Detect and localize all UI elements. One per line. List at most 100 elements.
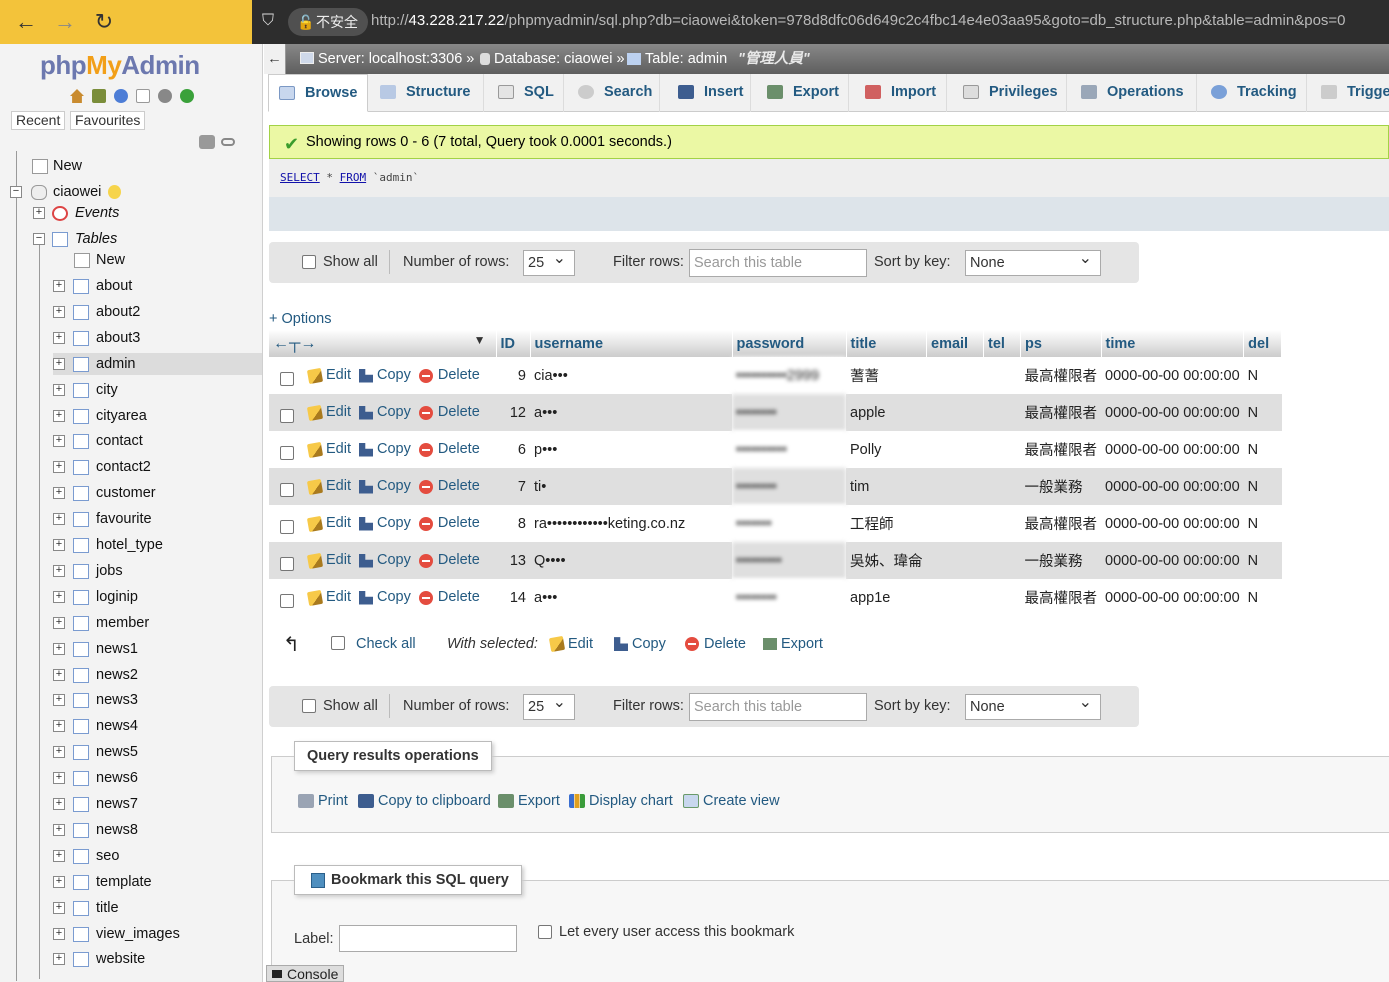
expand-icon[interactable]: + [53,616,65,629]
bulk-export-button[interactable]: Export [763,636,823,652]
table-browse-icon[interactable] [73,771,89,787]
sidebar-table-item[interactable]: + news4 [53,715,262,737]
bulk-delete-button[interactable]: Delete [685,636,746,652]
cell-username[interactable]: ra••••••••••••keting.co.nz [530,505,732,542]
insecure-badge[interactable]: 🔓 不安全 [288,8,368,36]
cell-del[interactable]: N [1243,468,1282,505]
sidebar-table-item[interactable]: + news3 [53,689,262,711]
copy-row-button[interactable]: Copy [359,552,411,568]
column-header-id[interactable]: ID [496,330,531,357]
expand-icon[interactable]: + [53,513,65,526]
table-browse-icon[interactable] [73,719,89,735]
table-browse-icon[interactable] [73,408,89,424]
delete-row-button[interactable]: Delete [418,589,480,605]
bulk-copy-button[interactable]: Copy [614,636,666,652]
row-checkbox[interactable] [280,482,294,497]
show-all-checkbox[interactable] [302,255,316,269]
sidebar-table-item[interactable]: + city [53,379,262,401]
print-link[interactable]: Print [298,793,348,809]
expand-icon[interactable]: + [53,849,65,862]
link-icon[interactable] [221,138,235,146]
table-browse-icon[interactable] [73,641,89,657]
cell-tel[interactable] [983,542,1021,579]
column-header-email[interactable]: email [926,330,984,357]
delete-row-button[interactable]: Delete [418,367,480,383]
row-checkbox[interactable] [280,445,294,460]
cell-id[interactable]: 6 [496,431,530,468]
copy-to-clipboard-link[interactable]: Copy to clipboard [358,793,491,809]
tab-import[interactable]: Import [849,74,947,112]
edit-row-button[interactable]: Edit [306,441,351,458]
sidebar-table-item[interactable]: + customer [53,482,262,504]
table-browse-icon[interactable] [73,279,89,294]
edit-row-button[interactable]: Edit [306,367,351,384]
cell-email[interactable] [926,394,984,431]
cell-id[interactable]: 13 [496,542,530,579]
expand-icon[interactable]: + [53,331,65,344]
expand-icon[interactable]: + [53,564,65,577]
edit-row-button[interactable]: Edit [306,478,351,495]
sort-by-key-select[interactable]: None [965,691,1101,720]
collapse-icon[interactable]: − [10,186,22,198]
bookmark-label-input[interactable] [339,925,517,952]
cell-ps[interactable]: 最高權限者 [1020,357,1101,394]
num-rows-select[interactable]: 25 [523,691,575,720]
help-icon[interactable] [114,89,128,103]
table-browse-icon[interactable] [73,563,89,579]
expand-icon[interactable]: + [53,953,65,966]
resize-arrows-icon[interactable]: ←┬→ [273,335,316,352]
column-header-tel[interactable]: tel [983,330,1021,357]
column-header-title[interactable]: title [846,330,927,357]
cell-time[interactable]: 0000-00-00 00:00:00 [1101,505,1244,542]
table-browse-icon[interactable] [73,460,89,476]
delete-row-button[interactable]: Delete [418,552,480,568]
num-rows-select[interactable]: 25 [523,247,575,276]
cell-password[interactable]: •••••••• [732,468,846,505]
table-browse-icon[interactable] [73,900,89,916]
cell-ps[interactable]: 最高權限者 [1020,394,1101,431]
sidebar-table-item[interactable]: + member [53,612,262,634]
table-browse-icon[interactable] [73,615,89,631]
sidebar-table-item[interactable]: + news6 [53,767,262,789]
sidebar-table-item[interactable]: + template [53,871,262,893]
copy-row-button[interactable]: Copy [359,478,411,494]
cell-email[interactable] [926,542,984,579]
cell-email[interactable] [926,431,984,468]
table-browse-icon[interactable] [73,304,89,320]
table-browse-icon[interactable] [73,356,89,372]
copy-row-button[interactable]: Copy [359,367,411,383]
delete-row-button[interactable]: Delete [418,404,480,420]
export-link[interactable]: Export [498,793,560,809]
cell-del[interactable]: N [1243,431,1282,468]
breadcrumb-database[interactable]: Database: ciaowei » [494,44,625,74]
cell-del[interactable]: N [1243,542,1282,579]
expand-icon[interactable]: + [53,435,65,448]
cell-tel[interactable] [983,505,1021,542]
expand-icon[interactable]: + [53,642,65,655]
cell-password[interactable]: ••••••••• [732,542,846,579]
expand-icon[interactable]: + [53,901,65,914]
cell-del[interactable]: N [1243,394,1282,431]
row-checkbox[interactable] [280,371,294,386]
cell-title[interactable]: 工程師 [846,505,927,542]
cell-ps[interactable]: 最高權限者 [1020,579,1101,616]
expand-icon[interactable]: + [53,927,65,940]
cell-username[interactable]: a••• [530,394,732,431]
sidebar-table-item[interactable]: + about [53,275,262,297]
expand-icon[interactable]: + [53,772,65,785]
cell-time[interactable]: 0000-00-00 00:00:00 [1101,357,1244,394]
table-browse-icon[interactable] [73,538,89,553]
copy-row-button[interactable]: Copy [359,404,411,420]
tab-browse[interactable]: Browse [268,74,368,112]
favourites-button[interactable]: Favourites [70,111,146,130]
expand-icon[interactable]: + [53,409,65,422]
edit-row-button[interactable]: Edit [306,515,351,532]
reload-navigation-icon[interactable] [180,89,194,103]
cell-ps[interactable]: 一般業務 [1020,542,1101,579]
expand-icon[interactable]: + [53,823,65,836]
expand-icon[interactable]: + [53,487,65,500]
expand-icon[interactable]: + [53,798,65,810]
phpmyadmin-logo[interactable]: phpMyAdmin [40,50,200,81]
url-text[interactable]: http://43.228.217.22/phpmyadmin/sql.php?… [371,12,1346,29]
table-browse-icon[interactable] [73,382,89,398]
